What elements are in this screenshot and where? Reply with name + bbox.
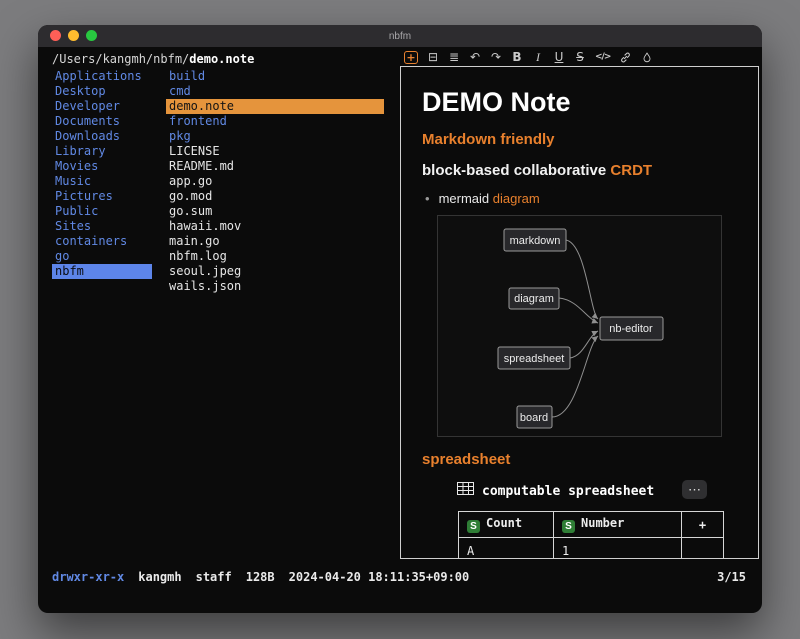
table-icon (457, 482, 474, 500)
status-permissions: drwxr-xr-x (52, 570, 124, 584)
status-owner: kangmh (138, 570, 181, 584)
spreadsheet-table: SCount SNumber + A 1 (458, 511, 724, 559)
file-item[interactable]: go.sum (166, 204, 384, 219)
file-item[interactable]: Applications (52, 69, 152, 84)
table-cell: A (459, 538, 554, 560)
crdt-accent: CRDT (610, 162, 652, 179)
svg-text:markdown: markdown (510, 235, 561, 247)
file-item[interactable]: seoul.jpeg (166, 264, 384, 279)
spreadsheet-label: computable spreadsheet (482, 484, 654, 499)
table-cell: 1 (554, 538, 682, 560)
file-item[interactable]: go (52, 249, 152, 264)
close-button[interactable] (50, 30, 61, 41)
file-item[interactable]: Pictures (52, 189, 152, 204)
svg-text:nb-editor: nb-editor (609, 323, 653, 335)
file-item[interactable]: Desktop (52, 84, 152, 99)
status-size: 128B (246, 570, 275, 584)
file-item[interactable]: containers (52, 234, 152, 249)
file-list-current: buildcmddemo.notefrontendpkgLICENSEREADM… (166, 69, 384, 294)
diagram-link: diagram (493, 191, 540, 206)
diagram-node-markdown: markdown (504, 229, 566, 251)
svg-text:board: board (520, 412, 548, 424)
code-icon[interactable]: </> (595, 50, 610, 64)
file-item[interactable]: Documents (52, 114, 152, 129)
note-subtitle-block: block-based collaborative CRDT (422, 162, 652, 179)
mermaid-diagram: markdown diagram spreadsheet board nb-ed… (437, 215, 722, 437)
file-item[interactable]: Library (52, 144, 152, 159)
italic-icon[interactable]: I (532, 50, 544, 64)
file-item[interactable]: Public (52, 204, 152, 219)
status-modified: 2024-04-20 18:11:35+09:00 (289, 570, 470, 584)
table-cell (682, 538, 724, 560)
file-item[interactable]: app.go (166, 174, 384, 189)
file-item[interactable]: nbfm (52, 264, 152, 279)
file-item[interactable]: Sites (52, 219, 152, 234)
add-column-button[interactable]: + (682, 512, 724, 538)
diagram-node-spreadsheet: spreadsheet (498, 347, 570, 369)
underline-icon[interactable]: U (553, 50, 565, 64)
bold-icon[interactable]: B (511, 50, 523, 64)
window-title: nbfm (389, 31, 411, 42)
preview-pane: DEMO Note Markdown friendly block-based … (400, 66, 759, 559)
table-row: A 1 (459, 538, 724, 560)
more-options-button[interactable]: ⋯ (682, 480, 707, 499)
sum-badge-icon: S (467, 520, 480, 533)
diagram-node-board: board (517, 406, 552, 428)
file-item[interactable]: README.md (166, 159, 384, 174)
file-item[interactable]: go.mod (166, 189, 384, 204)
file-item[interactable]: frontend (166, 114, 384, 129)
svg-text:diagram: diagram (514, 293, 554, 305)
svg-text:spreadsheet: spreadsheet (504, 353, 565, 365)
path-current-file: demo.note (189, 52, 254, 66)
editor-toolbar: + ⊟ ≣ ↶ ↷ B I U S </> (404, 49, 653, 65)
file-item[interactable]: build (166, 69, 384, 84)
path-prefix: /Users/kangmh/nbfm/ (52, 52, 189, 66)
list-icon[interactable]: ≣ (448, 50, 460, 64)
minimize-button[interactable] (68, 30, 79, 41)
status-position: 3/15 (717, 570, 746, 584)
file-list-parent: ApplicationsDesktopDeveloperDocumentsDow… (52, 69, 152, 279)
file-item[interactable]: Movies (52, 159, 152, 174)
spreadsheet-block-title: computable spreadsheet (457, 482, 654, 500)
file-item[interactable]: cmd (166, 84, 384, 99)
diagram-node-nb-editor: nb-editor (600, 317, 663, 340)
undo-icon[interactable]: ↶ (469, 50, 481, 64)
traffic-lights (50, 30, 97, 41)
column-header-number: SNumber (554, 512, 682, 538)
status-bar: drwxr-xr-x kangmh staff 128B 2024-04-20 … (52, 570, 746, 584)
bullet-marker: • (425, 191, 430, 206)
breadcrumb: /Users/kangmh/nbfm/demo.note (52, 52, 254, 66)
note-title: DEMO Note (422, 87, 571, 118)
flame-icon[interactable] (641, 50, 653, 64)
redo-icon[interactable]: ↷ (490, 50, 502, 64)
sum-badge-icon: S (562, 520, 575, 533)
file-item[interactable]: nbfm.log (166, 249, 384, 264)
zoom-button[interactable] (86, 30, 97, 41)
spreadsheet-heading: spreadsheet (422, 451, 510, 468)
file-item[interactable]: pkg (166, 129, 384, 144)
strikethrough-icon[interactable]: S (574, 50, 586, 64)
checklist-icon[interactable]: ⊟ (427, 50, 439, 64)
bullet-item: •mermaid diagram (425, 191, 540, 206)
file-item[interactable]: Downloads (52, 129, 152, 144)
add-block-icon[interactable]: + (404, 51, 418, 64)
file-item[interactable]: demo.note (166, 99, 384, 114)
file-item[interactable]: wails.json (166, 279, 384, 294)
note-subtitle-markdown: Markdown friendly (422, 131, 555, 148)
file-item[interactable]: main.go (166, 234, 384, 249)
diagram-node-diagram: diagram (509, 288, 559, 309)
file-item[interactable]: hawaii.mov (166, 219, 384, 234)
app-window: nbfm /Users/kangmh/nbfm/demo.note + ⊟ ≣ … (38, 25, 762, 613)
file-item[interactable]: Developer (52, 99, 152, 114)
column-header-count: SCount (459, 512, 554, 538)
status-group: staff (196, 570, 232, 584)
link-icon[interactable] (619, 50, 632, 64)
file-item[interactable]: Music (52, 174, 152, 189)
file-item[interactable]: LICENSE (166, 144, 384, 159)
titlebar: nbfm (38, 25, 762, 47)
